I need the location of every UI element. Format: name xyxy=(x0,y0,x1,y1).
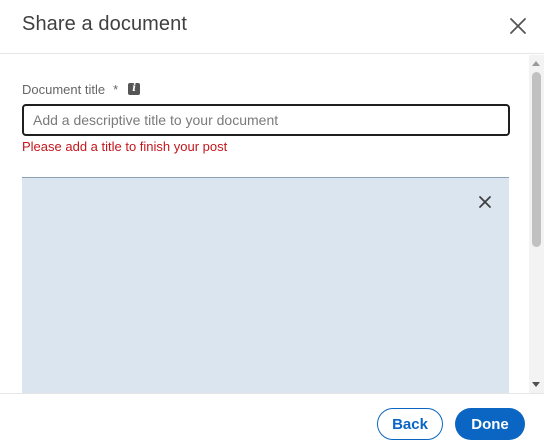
dialog-body[interactable]: Document title * i Please add a title to… xyxy=(0,55,544,393)
title-error-message: Please add a title to finish your post xyxy=(22,139,228,154)
scroll-up-arrow-icon[interactable] xyxy=(532,61,540,66)
back-button[interactable]: Back xyxy=(377,408,443,440)
close-icon xyxy=(479,196,491,208)
dialog-footer: Back Done xyxy=(0,393,544,448)
done-button[interactable]: Done xyxy=(455,408,525,440)
document-title-input[interactable] xyxy=(22,104,510,136)
remove-document-button[interactable] xyxy=(475,192,495,212)
document-preview xyxy=(22,177,509,393)
dialog-close-button[interactable] xyxy=(506,14,530,38)
document-title-label-row: Document title * i xyxy=(22,81,141,97)
scroll-down-arrow-icon[interactable] xyxy=(532,382,540,387)
info-icon[interactable]: i xyxy=(128,83,141,95)
required-marker: * xyxy=(113,81,119,97)
scrollbar-thumb[interactable] xyxy=(532,72,541,247)
vertical-scrollbar[interactable] xyxy=(529,55,544,393)
dialog-title: Share a document xyxy=(22,13,188,35)
close-icon xyxy=(510,18,526,34)
dialog-header: Share a document xyxy=(0,0,544,54)
share-document-dialog: Share a document Document title * i Plea… xyxy=(0,0,544,448)
document-title-label: Document title xyxy=(22,81,106,97)
